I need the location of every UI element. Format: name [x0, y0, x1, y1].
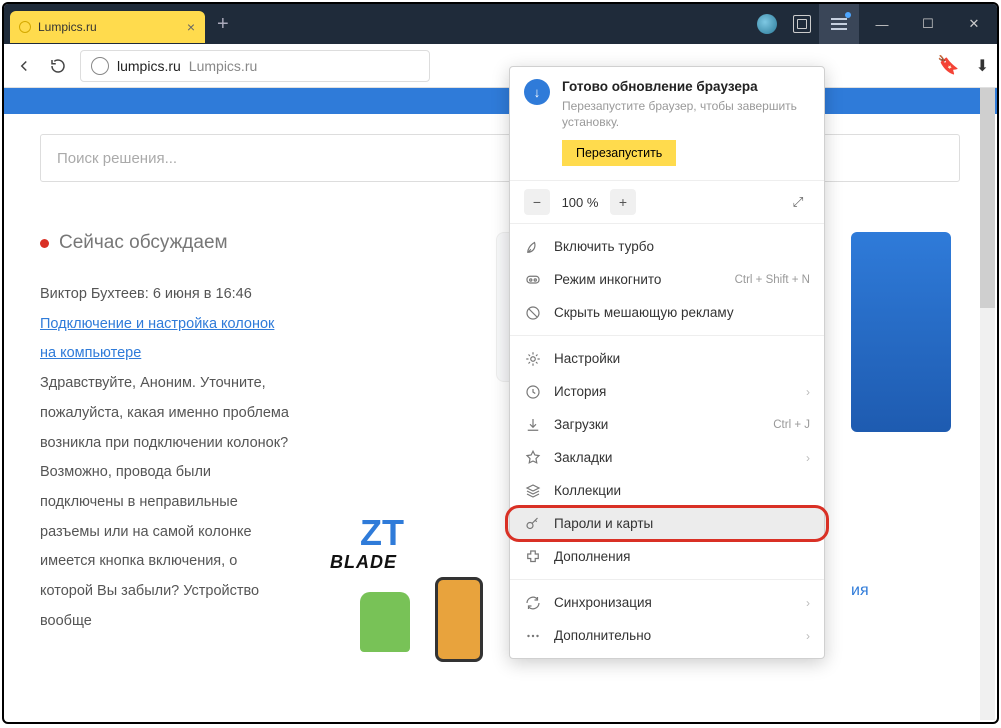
- promo-panel[interactable]: [851, 232, 951, 432]
- update-banner: ↓ Готово обновление браузера Перезапусти…: [510, 67, 824, 181]
- menu-item-downloads[interactable]: Загрузки Ctrl + J: [510, 408, 824, 441]
- menu-item-addons[interactable]: Дополнения: [510, 540, 824, 573]
- android-icon: [360, 592, 410, 652]
- gear-icon: [524, 350, 542, 368]
- menu-item-history[interactable]: История ›: [510, 375, 824, 408]
- comment-link[interactable]: Подключение и настройка колонок на компь…: [40, 316, 274, 362]
- tab-title: Lumpics.ru: [38, 20, 97, 34]
- live-dot-icon: [40, 239, 49, 248]
- reload-button[interactable]: [46, 54, 70, 78]
- restart-button[interactable]: Перезапустить: [562, 140, 676, 166]
- logo-subtext: BLADE: [330, 552, 397, 573]
- menu-item-turbo[interactable]: Включить турбо: [510, 230, 824, 263]
- discussing-heading: Сейчас обсуждаем: [40, 232, 290, 254]
- puzzle-icon: [524, 548, 542, 566]
- menu-item-more[interactable]: Дополнительно ›: [510, 619, 824, 652]
- tab-strip: Lumpics.ru × + — ☐ ✕: [4, 4, 997, 44]
- menu-item-sync[interactable]: Синхронизация ›: [510, 586, 824, 619]
- menu-item-settings[interactable]: Настройки: [510, 342, 824, 375]
- new-tab-button[interactable]: +: [217, 13, 229, 36]
- layers-icon: [524, 482, 542, 500]
- globe-icon: [91, 57, 109, 75]
- address-box[interactable]: lumpics.ru Lumpics.ru: [80, 50, 430, 82]
- scrollbar-thumb[interactable]: [980, 88, 995, 308]
- chevron-right-icon: ›: [806, 385, 810, 399]
- downloads-icon[interactable]: ⬇: [976, 56, 989, 76]
- browser-menu: ↓ Готово обновление браузера Перезапусти…: [509, 66, 825, 659]
- sidebar-toggle-icon[interactable]: [793, 15, 811, 33]
- site-header-bar: [4, 88, 997, 114]
- right-column: ия: [851, 232, 961, 662]
- zoom-out-button[interactable]: −: [524, 189, 550, 215]
- logo-text: ZT: [360, 512, 404, 554]
- favicon: [20, 22, 30, 32]
- sync-icon: [524, 594, 542, 612]
- update-subtitle: Перезапустите браузер, чтобы завершить у…: [562, 98, 810, 130]
- sidebar-discussion: Сейчас обсуждаем Виктор Бухтеев: 6 июня …: [40, 232, 290, 662]
- chevron-right-icon: ›: [806, 451, 810, 465]
- right-suffix: ия: [851, 582, 961, 600]
- mask-icon: [524, 271, 542, 289]
- maximize-button[interactable]: ☐: [905, 4, 951, 44]
- notification-dot-icon: [845, 12, 851, 18]
- block-icon: [524, 304, 542, 322]
- download-arrow-icon: ↓: [524, 79, 550, 105]
- profile-icon[interactable]: [757, 14, 777, 34]
- browser-tab[interactable]: Lumpics.ru ×: [10, 11, 205, 43]
- update-title: Готово обновление браузера: [562, 79, 810, 94]
- back-button[interactable]: [12, 54, 36, 78]
- address-bar-row: lumpics.ru Lumpics.ru 🔖 ⬇: [4, 44, 997, 88]
- key-icon: [524, 515, 542, 533]
- menu-item-passwords[interactable]: Пароли и карты: [510, 507, 824, 540]
- menu-item-collections[interactable]: Коллекции: [510, 474, 824, 507]
- search-placeholder: Поиск решения...: [57, 150, 177, 167]
- zoom-in-button[interactable]: +: [610, 189, 636, 215]
- menu-item-incognito[interactable]: Режим инкогнито Ctrl + Shift + N: [510, 263, 824, 296]
- page-content: Поиск решения... Сейчас обсуждаем Виктор…: [4, 114, 997, 662]
- comment-author: Виктор Бухтеев: 6 июня в 16:46: [40, 280, 290, 310]
- zoom-value: 100 %: [560, 195, 600, 210]
- download-icon: [524, 416, 542, 434]
- hamburger-icon: [831, 23, 847, 25]
- dots-icon: [524, 627, 542, 645]
- clock-icon: [524, 383, 542, 401]
- star-icon: [524, 449, 542, 467]
- bookmark-icon[interactable]: 🔖: [937, 55, 959, 76]
- main-menu-button[interactable]: [819, 4, 859, 44]
- fullscreen-icon[interactable]: ⤢: [786, 190, 810, 214]
- address-title: Lumpics.ru: [189, 58, 257, 74]
- scrollbar[interactable]: [980, 88, 995, 720]
- close-tab-icon[interactable]: ×: [187, 19, 195, 35]
- shortcut-hint: Ctrl + Shift + N: [735, 274, 810, 286]
- comment-block: Виктор Бухтеев: 6 июня в 16:46 Подключен…: [40, 280, 290, 637]
- minimize-button[interactable]: —: [859, 4, 905, 44]
- zoom-row: − 100 % + ⤢: [510, 181, 824, 224]
- close-window-button[interactable]: ✕: [951, 4, 997, 44]
- phone-icon: [435, 577, 483, 662]
- comment-body: Здравствуйте, Аноним. Уточните, пожалуйс…: [40, 369, 290, 636]
- rocket-icon: [524, 238, 542, 256]
- shortcut-hint: Ctrl + J: [773, 419, 810, 431]
- chevron-right-icon: ›: [806, 596, 810, 610]
- menu-item-bookmarks[interactable]: Закладки ›: [510, 441, 824, 474]
- address-host: lumpics.ru: [117, 58, 181, 74]
- chevron-right-icon: ›: [806, 629, 810, 643]
- menu-item-hide-ads[interactable]: Скрыть мешающую рекламу: [510, 296, 824, 329]
